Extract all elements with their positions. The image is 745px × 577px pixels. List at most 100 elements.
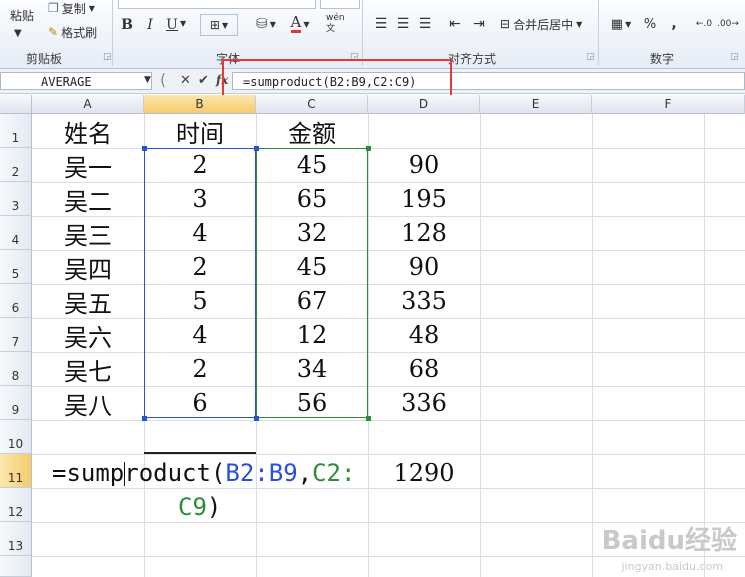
cell-a2[interactable]: 吴一 (32, 148, 144, 182)
cell-c4[interactable]: 32 (256, 216, 368, 250)
font-launcher-icon[interactable]: ◲ (350, 52, 359, 62)
cell-d7[interactable]: 48 (368, 318, 480, 352)
cell-c6[interactable]: 67 (256, 284, 368, 318)
range-handle[interactable] (366, 416, 371, 421)
cell-d11[interactable]: 1290 (368, 456, 480, 490)
cell-b2[interactable]: 2 (144, 148, 256, 182)
insert-function-icon[interactable]: fx (216, 73, 228, 87)
range-handle[interactable] (142, 146, 147, 151)
name-box-dropdown-icon[interactable]: ▼ (144, 75, 151, 85)
phonetic-button[interactable]: wén 文 (326, 12, 356, 36)
paste-button[interactable]: 粘贴 (8, 6, 36, 24)
enter-icon[interactable]: ✔ (198, 73, 209, 88)
cell-a7[interactable]: 吴六 (32, 318, 144, 352)
cancel-icon[interactable]: ✕ (180, 73, 191, 88)
font-size-box[interactable] (320, 0, 360, 9)
row-header-3[interactable]: 3 (0, 182, 32, 216)
decrease-decimal-icon[interactable]: .00→ (717, 14, 739, 34)
row-header-11[interactable]: 11 (0, 454, 32, 488)
column-header-b[interactable]: B (144, 95, 256, 114)
align-right-icon[interactable]: ☰ (416, 14, 434, 34)
cell-b4[interactable]: 4 (144, 216, 256, 250)
cell-c5[interactable]: 45 (256, 250, 368, 284)
paste-dropdown-icon[interactable]: ▼ (14, 28, 22, 39)
cell-a5[interactable]: 吴四 (32, 250, 144, 284)
cell-d5[interactable]: 90 (368, 250, 480, 284)
format-painter-button[interactable]: ✎ 格式刷 (48, 24, 97, 40)
cell-b3[interactable]: 3 (144, 182, 256, 216)
cell-c8[interactable]: 34 (256, 352, 368, 386)
range-handle[interactable] (366, 146, 371, 151)
cell-a6[interactable]: 吴五 (32, 284, 144, 318)
cell-b1[interactable]: 时间 (144, 114, 256, 148)
alignment-launcher-icon[interactable]: ◲ (586, 52, 595, 62)
cell-a8[interactable]: 吴七 (32, 352, 144, 386)
cell-c7[interactable]: 12 (256, 318, 368, 352)
bold-button[interactable]: B (120, 16, 134, 34)
cell-b7[interactable]: 4 (144, 318, 256, 352)
range-handle[interactable] (142, 416, 147, 421)
clipboard-launcher-icon[interactable]: ◲ (103, 52, 112, 62)
increase-indent-icon[interactable]: ⇥ (470, 14, 488, 34)
select-all-corner[interactable] (0, 95, 32, 114)
cell-c2[interactable]: 45 (256, 148, 368, 182)
cell-a11-editor-wrap[interactable]: C9) (178, 490, 221, 524)
copy-button[interactable]: ❐ 复制 ▼ (48, 0, 95, 16)
font-color-button[interactable]: A ▼ (286, 14, 314, 34)
merge-center-button[interactable]: ⊟ 合并后居中 ▼ (500, 14, 582, 34)
italic-button[interactable]: I (144, 16, 156, 34)
cell-a1[interactable]: 姓名 (32, 114, 144, 148)
cell-d4[interactable]: 128 (368, 216, 480, 250)
cell-a4[interactable]: 吴三 (32, 216, 144, 250)
cell-b6[interactable]: 5 (144, 284, 256, 318)
align-left-icon[interactable]: ☰ (372, 14, 390, 34)
cell-c3[interactable]: 65 (256, 182, 368, 216)
range-handle[interactable] (254, 416, 259, 421)
formula-input[interactable]: =sumproduct(B2:B9,C2:C9) (232, 72, 745, 90)
cell-a11-editor[interactable]: =sumproduct(B2:B9,C2: (52, 456, 355, 490)
row-header-7[interactable]: 7 (0, 318, 32, 352)
row-header-6[interactable]: 6 (0, 284, 32, 318)
decrease-indent-icon[interactable]: ⇤ (446, 14, 464, 34)
cell-b9[interactable]: 6 (144, 386, 256, 420)
cell-a3[interactable]: 吴二 (32, 182, 144, 216)
percent-button[interactable]: % (642, 14, 658, 34)
cell-c1[interactable]: 金额 (256, 114, 368, 148)
cell-d9[interactable]: 336 (368, 386, 480, 420)
fill-color-button[interactable]: ⛁ ▼ (252, 14, 280, 34)
row-header-1[interactable]: 1 (0, 114, 32, 148)
column-header-a[interactable]: A (32, 95, 144, 114)
row-header-2[interactable]: 2 (0, 148, 32, 182)
row-header-9[interactable]: 9 (0, 386, 32, 420)
increase-decimal-icon[interactable]: ←.0 (694, 14, 714, 34)
row-header-4[interactable]: 4 (0, 216, 32, 250)
number-launcher-icon[interactable]: ◲ (730, 52, 739, 62)
cell-b8[interactable]: 2 (144, 352, 256, 386)
row-header-14[interactable] (0, 556, 32, 577)
cell-d8[interactable]: 68 (368, 352, 480, 386)
cell-a9[interactable]: 吴八 (32, 386, 144, 420)
name-box[interactable]: AVERAGE (0, 72, 152, 90)
column-header-d[interactable]: D (368, 95, 480, 114)
column-header-f[interactable]: F (592, 95, 745, 114)
cell-d6[interactable]: 335 (368, 284, 480, 318)
range-handle[interactable] (254, 146, 259, 151)
row-header-12[interactable]: 12 (0, 488, 32, 522)
cell-d3[interactable]: 195 (368, 182, 480, 216)
row-header-8[interactable]: 8 (0, 352, 32, 386)
cell-d2[interactable]: 90 (368, 148, 480, 182)
border-button[interactable]: ⊞ ▼ (200, 14, 238, 36)
underline-dropdown-icon[interactable]: ▼ (180, 19, 186, 28)
align-center-icon[interactable]: ☰ (394, 14, 412, 34)
comma-button[interactable]: , (668, 14, 680, 34)
row-header-10[interactable]: 10 (0, 420, 32, 454)
column-header-e[interactable]: E (480, 95, 592, 114)
cell-b5[interactable]: 2 (144, 250, 256, 284)
column-header-c[interactable]: C (256, 95, 368, 114)
font-name-box[interactable] (118, 0, 316, 9)
row-header-13[interactable]: 13 (0, 522, 32, 556)
currency-format-button[interactable]: ▦ ▼ (606, 14, 636, 34)
underline-button[interactable]: U (166, 16, 178, 34)
row-header-5[interactable]: 5 (0, 250, 32, 284)
cell-c9[interactable]: 56 (256, 386, 368, 420)
